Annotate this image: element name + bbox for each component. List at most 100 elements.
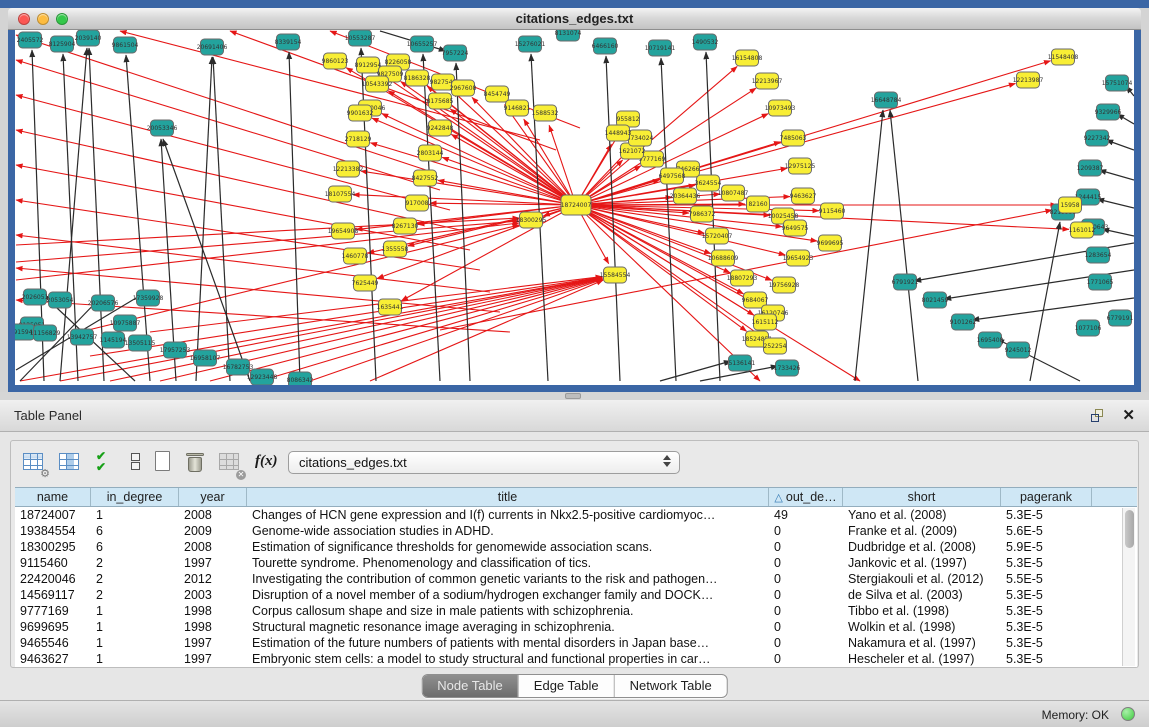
table-cell[interactable]: 2008 xyxy=(179,507,247,523)
graph-node[interactable] xyxy=(114,315,137,331)
table-cell[interactable]: 0 xyxy=(769,603,843,619)
graph-node[interactable] xyxy=(1089,274,1112,290)
graph-edge[interactable] xyxy=(370,143,576,205)
graph-node[interactable] xyxy=(769,100,792,116)
graph-edge[interactable] xyxy=(1102,229,1134,236)
graph-node[interactable] xyxy=(729,355,752,371)
table-cell[interactable]: 2 xyxy=(91,555,179,571)
table-cell[interactable]: Nakamura et al. (1997) xyxy=(843,635,1001,651)
graph-node[interactable] xyxy=(1109,310,1132,326)
table-row[interactable]: 1872400712008Changes of HCN gene express… xyxy=(15,507,1137,523)
graph-node[interactable] xyxy=(406,195,429,211)
table-cell[interactable]: 19384554 xyxy=(15,523,91,539)
column-header-short[interactable]: short xyxy=(843,488,1001,506)
table-cell[interactable]: 9699695 xyxy=(15,619,91,635)
graph-node[interactable] xyxy=(776,360,799,376)
table-cell[interactable]: 1997 xyxy=(179,635,247,651)
graph-node[interactable] xyxy=(506,100,529,116)
graph-node[interactable] xyxy=(357,57,380,73)
graph-edge[interactable] xyxy=(16,130,460,230)
table-cell[interactable]: 5.9E-5 xyxy=(1001,539,1092,555)
graph-node[interactable] xyxy=(731,270,754,286)
graph-node[interactable] xyxy=(607,125,630,141)
table-row[interactable]: 2242004622012Investigating the contribut… xyxy=(15,571,1137,587)
graph-node[interactable] xyxy=(773,277,796,293)
graph-node[interactable] xyxy=(1087,247,1110,263)
table-cell[interactable]: 2 xyxy=(91,571,179,587)
graph-node[interactable] xyxy=(277,34,300,50)
table-row[interactable]: 1456911722003Disruption of a novel membe… xyxy=(15,587,1137,603)
graph-node[interactable] xyxy=(894,274,917,290)
table-cell[interactable]: 6 xyxy=(91,523,179,539)
table-cell[interactable]: 5.3E-5 xyxy=(1001,619,1092,635)
table-cell[interactable]: 9463627 xyxy=(15,651,91,667)
select-all-rows-button[interactable]: ✔✔ xyxy=(93,450,119,476)
table-cell[interactable]: 2003 xyxy=(179,587,247,603)
graph-node[interactable] xyxy=(366,76,389,92)
column-header-pagerank[interactable]: pagerank xyxy=(1001,488,1092,506)
graph-node[interactable] xyxy=(406,70,429,86)
table-cell[interactable]: 0 xyxy=(769,651,843,667)
graph-node[interactable] xyxy=(952,314,975,330)
table-cell[interactable]: 5.6E-5 xyxy=(1001,523,1092,539)
table-cell[interactable]: Franke et al. (2009) xyxy=(843,523,1001,539)
graph-edge[interactable] xyxy=(1030,222,1060,381)
table-cell[interactable]: 5.3E-5 xyxy=(1001,603,1092,619)
column-header-in_degree[interactable]: in_degree xyxy=(91,488,179,506)
graph-node[interactable] xyxy=(561,195,591,215)
graph-node[interactable] xyxy=(764,338,787,354)
graph-node[interactable] xyxy=(1106,75,1129,91)
tab-edge-table[interactable]: Edge Table xyxy=(518,675,614,697)
table-cell[interactable]: 1997 xyxy=(179,555,247,571)
graph-node[interactable] xyxy=(706,228,729,244)
graph-edge[interactable] xyxy=(361,48,376,381)
graph-node[interactable] xyxy=(784,220,807,236)
graph-node[interactable] xyxy=(754,314,777,330)
column-header-name[interactable]: name xyxy=(15,488,91,506)
table-cell[interactable]: 1 xyxy=(91,635,179,651)
table-cell[interactable]: Genome-wide association studies in ADHD. xyxy=(247,523,769,539)
graph-node[interactable] xyxy=(674,188,697,204)
table-cell[interactable]: Corpus callosum shape and size in male p… xyxy=(247,603,769,619)
table-cell[interactable]: Tourette syndrome. Phenomenology and cla… xyxy=(247,555,769,571)
graph-node[interactable] xyxy=(332,223,355,239)
graph-node[interactable] xyxy=(819,235,842,251)
splitter-grip-icon[interactable] xyxy=(565,393,581,399)
graph-node[interactable] xyxy=(792,188,815,204)
table-cell[interactable]: 6 xyxy=(91,539,179,555)
graph-node[interactable] xyxy=(787,250,810,266)
graph-node[interactable] xyxy=(151,120,174,136)
table-cell[interactable]: 5.3E-5 xyxy=(1001,635,1092,651)
graph-node[interactable] xyxy=(444,45,467,61)
graph-node[interactable] xyxy=(15,324,35,340)
graph-node[interactable] xyxy=(697,175,720,191)
graph-node[interactable] xyxy=(694,34,717,50)
table-cell[interactable]: 2008 xyxy=(179,539,247,555)
graph-node[interactable] xyxy=(747,196,770,212)
graph-node[interactable] xyxy=(1079,160,1102,176)
table-cell[interactable]: de Silva et al. (2003) xyxy=(843,587,1001,603)
table-cell[interactable]: Hescheler et al. (1997) xyxy=(843,651,1001,667)
graph-edge[interactable] xyxy=(450,109,576,205)
table-cell[interactable]: 1 xyxy=(91,603,179,619)
table-cell[interactable]: 2009 xyxy=(179,523,247,539)
graph-node[interactable] xyxy=(34,325,57,341)
table-cell[interactable]: Structural magnetic resonance image aver… xyxy=(247,619,769,635)
table-cell[interactable]: 18724007 xyxy=(15,507,91,523)
table-cell[interactable]: 1 xyxy=(91,619,179,635)
graph-node[interactable] xyxy=(354,275,377,291)
table-row[interactable]: 911546021997Tourette syndrome. Phenomeno… xyxy=(15,555,1137,571)
graph-node[interactable] xyxy=(251,369,274,385)
graph-node[interactable] xyxy=(419,145,442,161)
table-settings-button[interactable]: ⚙ xyxy=(21,450,47,476)
window-titlebar[interactable]: citations_edges.txt xyxy=(8,8,1141,30)
delete-table-button[interactable] xyxy=(183,450,209,476)
table-cell[interactable]: 5.3E-5 xyxy=(1001,555,1092,571)
graph-edge[interactable] xyxy=(126,55,150,381)
table-cell[interactable]: 2 xyxy=(91,587,179,603)
graph-node[interactable] xyxy=(337,161,360,177)
graph-node[interactable] xyxy=(712,250,735,266)
table-cell[interactable]: 49 xyxy=(769,507,843,523)
graph-node[interactable] xyxy=(51,36,74,52)
graph-edge[interactable] xyxy=(456,63,470,381)
